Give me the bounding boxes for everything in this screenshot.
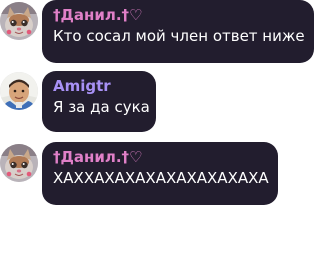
cat-face-icon — [0, 2, 38, 40]
username[interactable]: †Данил.†♡ — [53, 148, 267, 167]
person-avatar[interactable] — [0, 72, 38, 110]
message-text: ХАХХАХАХАХАХАХАХАХАХА — [53, 169, 269, 187]
message-bubble: Amigtr Я за да сука — [42, 71, 156, 132]
username[interactable]: Amigtr — [53, 77, 145, 96]
cat-avatar[interactable] — [0, 144, 38, 182]
cat-face-icon — [0, 144, 38, 182]
person-photo-icon — [0, 72, 38, 110]
message-text: Кто сосал мой член ответ ниже — [53, 27, 305, 45]
message-bubble: †Данил.†♡ ХАХХАХАХАХАХАХАХАХАХА — [42, 142, 278, 205]
message-text: Я за да сука — [53, 98, 150, 116]
cat-avatar[interactable] — [0, 2, 38, 40]
username[interactable]: †Данил.†♡ — [53, 6, 303, 25]
message-bubble: †Данил.†♡ Кто сосал мой член ответ ниже — [42, 0, 314, 63]
